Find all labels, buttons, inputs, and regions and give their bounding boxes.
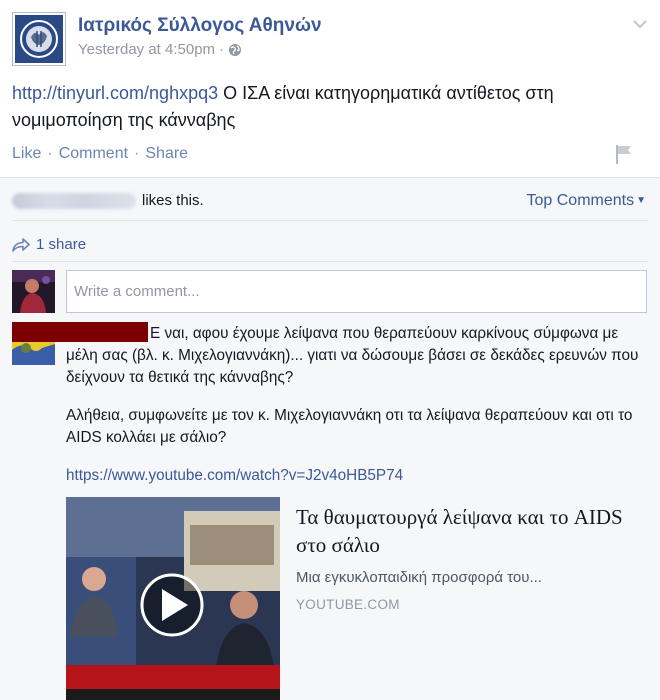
- facebook-post: Ιατρικός Σύλλογος Αθηνών Yesterday at 4:…: [0, 0, 660, 700]
- like-button[interactable]: Like: [12, 145, 41, 163]
- share-count-label: 1 share: [36, 236, 87, 253]
- medical-association-logo-icon: [15, 15, 63, 63]
- likes-text: likes this.: [142, 192, 204, 209]
- likes-summary: likes this.: [12, 192, 204, 209]
- post-text: http://tinyurl.com/nghxpq3 Ο ΙΣΑ είναι κ…: [12, 80, 642, 134]
- share-button[interactable]: Share: [145, 145, 188, 163]
- action-separator: ·: [47, 145, 53, 162]
- page-name[interactable]: Ιατρικός Σύλλογος Αθηνών: [78, 15, 322, 37]
- top-comments-dropdown[interactable]: Top Comments ▼: [527, 192, 647, 210]
- liker-name-blurred[interactable]: [12, 192, 136, 209]
- share-arrow-icon: [12, 237, 30, 252]
- feedback-section: likes this. Top Comments ▼ 1 share Write …: [0, 177, 660, 700]
- flag-icon[interactable]: [614, 143, 634, 165]
- preview-source: YOUTUBE.COM: [296, 597, 400, 612]
- user-photo: [12, 270, 55, 313]
- comment-input[interactable]: Write a comment...: [66, 270, 647, 313]
- divider: [12, 261, 648, 262]
- caret-down-icon: ▼: [636, 195, 646, 206]
- post-actions: Like · Comment · Share: [12, 145, 188, 163]
- comment-paragraph: Ε ναι, αφου έχουμε λείψανα που θεραπεύου…: [66, 325, 639, 386]
- post-link[interactable]: http://tinyurl.com/nghxpq3: [12, 83, 218, 103]
- comment-link[interactable]: https://www.youtube.com/watch?v=J2v4oHB5…: [66, 467, 403, 484]
- link-preview[interactable]: Τα θαυματουργά λείψανα και το AIDS στο σ…: [66, 497, 646, 700]
- comment-paragraph: Αλήθεια, συμφωνείτε με τον κ. Μιχελογιαν…: [66, 407, 633, 446]
- post-meta: Yesterday at 4:50pm ·: [78, 41, 242, 58]
- chevron-down-icon[interactable]: [632, 18, 648, 30]
- globe-icon[interactable]: [228, 43, 242, 57]
- comment-body: Ε ναι, αφου έχουμε λείψανα που θεραπεύου…: [66, 323, 652, 503]
- post-timestamp[interactable]: Yesterday at 4:50pm: [78, 41, 215, 58]
- meta-separator: ·: [219, 41, 225, 58]
- current-user-avatar[interactable]: [12, 270, 55, 313]
- video-thumbnail[interactable]: [66, 497, 280, 700]
- top-comments-label: Top Comments: [526, 192, 635, 209]
- action-separator: ·: [134, 145, 140, 162]
- comment-button[interactable]: Comment: [59, 145, 128, 163]
- preview-title[interactable]: Τα θαυματουργά λείψανα και το AIDS στο σ…: [296, 503, 636, 559]
- post-header: Ιατρικός Σύλλογος Αθηνών Yesterday at 4:…: [12, 12, 648, 72]
- page-logo[interactable]: [12, 12, 66, 66]
- preview-description: Μια εγκυκλοπαιδική προσφορά του...: [296, 569, 542, 586]
- share-count[interactable]: 1 share: [12, 236, 86, 253]
- video-frame: [66, 497, 280, 700]
- divider: [12, 220, 648, 221]
